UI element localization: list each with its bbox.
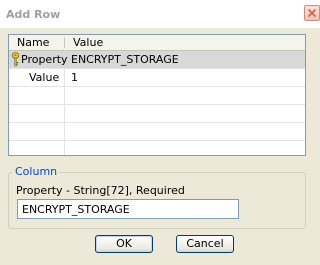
grid-row-value[interactable]: Value 1 xyxy=(9,69,305,87)
column-description: Property - String[72], Required xyxy=(16,184,185,197)
column-value-input[interactable] xyxy=(17,199,239,219)
close-button[interactable] xyxy=(304,5,320,21)
row-value-cell: ENCRYPT_STORAGE xyxy=(71,53,179,66)
close-x-icon xyxy=(307,8,317,18)
empty-row xyxy=(9,105,305,123)
row-name-cell: Property xyxy=(21,53,68,66)
cancel-button[interactable]: Cancel xyxy=(176,235,234,253)
grid-header: Name Value xyxy=(9,35,305,51)
column-header-value[interactable]: Value xyxy=(65,35,305,50)
column-header-name[interactable]: Name xyxy=(9,35,65,50)
empty-row xyxy=(9,123,305,141)
window-title: Add Row xyxy=(6,8,61,21)
key-icon xyxy=(11,52,20,67)
grid-row-property[interactable]: Property ENCRYPT_STORAGE xyxy=(9,51,305,69)
ok-button[interactable]: OK xyxy=(95,235,153,253)
title-bar[interactable]: Add Row xyxy=(0,0,320,28)
empty-row xyxy=(9,87,305,105)
column-group-label: Column xyxy=(13,165,60,178)
empty-row xyxy=(9,141,305,155)
row-name-cell: Value xyxy=(29,71,60,84)
row-value-cell: 1 xyxy=(71,71,78,84)
property-grid[interactable]: Name Value Property ENCRYPT_STORAGE Valu… xyxy=(8,34,306,156)
add-row-dialog: Add Row Name Value Property ENCRYPT_STOR… xyxy=(0,0,320,265)
